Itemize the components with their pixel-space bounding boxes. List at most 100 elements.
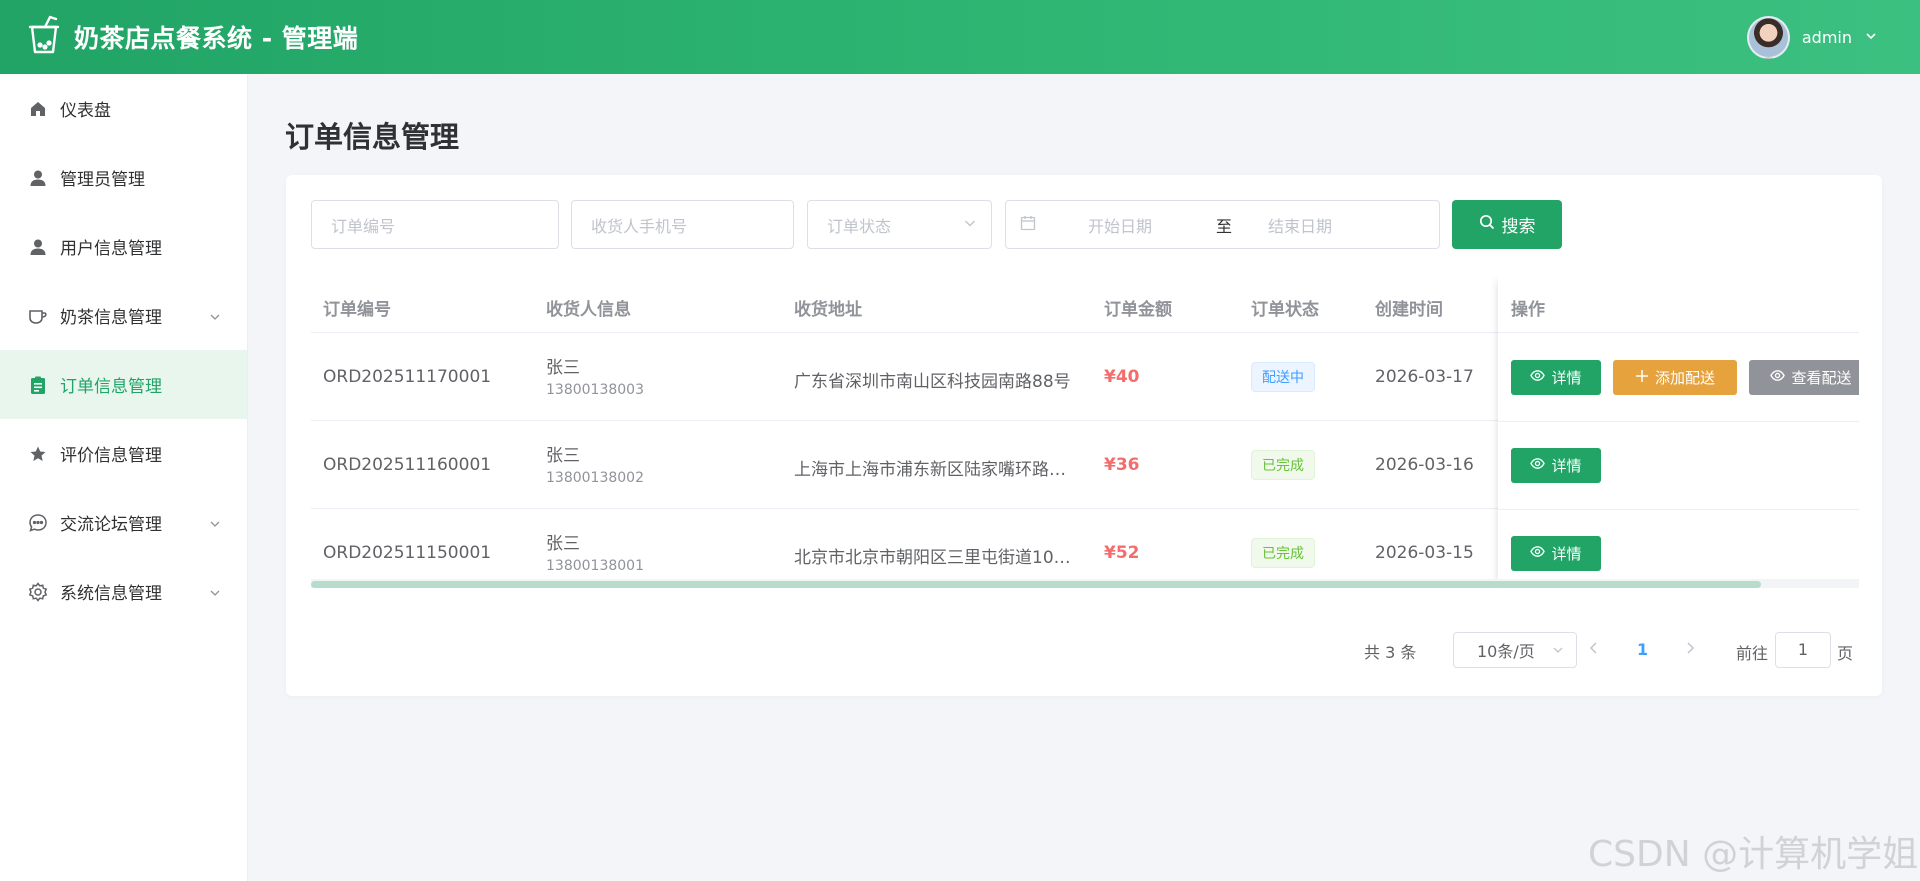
phone-input[interactable]: 收货人手机号 (571, 200, 794, 249)
chevron-down-icon[interactable] (209, 515, 221, 535)
scrollbar-thumb[interactable] (311, 581, 1761, 588)
app-title: 奶茶店点餐系统 - 管理端 (74, 24, 359, 53)
eye-icon (1530, 368, 1546, 387)
actions-column: 操作 详情 添加配送 查看配送 详情 详情 (1498, 275, 1859, 590)
add-delivery-label: 添加配送 (1654, 369, 1715, 387)
order-no-input[interactable]: 订单编号 (311, 200, 559, 249)
chevron-down-icon[interactable] (1864, 28, 1878, 47)
amount: ¥40 (1104, 367, 1140, 387)
sidebar-item-label: 用户信息管理 (60, 239, 162, 259)
sidebar-item-label: 系统信息管理 (60, 584, 162, 604)
search-label: 搜索 (1501, 217, 1536, 237)
user-icon (28, 168, 48, 188)
view-delivery-label: 查看配送 (1791, 369, 1852, 387)
date-end-input[interactable]: 结束日期 (1268, 213, 1332, 237)
created-time: 2026-03-17 (1375, 367, 1474, 387)
phone-placeholder: 收货人手机号 (591, 216, 688, 236)
main-content: 订单信息管理 订单编号 收货人手机号 订单状态 开始日期 至 结束日期 搜索 订… (248, 74, 1920, 881)
sidebar-item-milk-tea[interactable]: 奶茶信息管理 (0, 281, 247, 350)
date-start-input[interactable]: 开始日期 (1088, 213, 1198, 237)
chevron-down-icon[interactable] (1552, 641, 1564, 660)
user-name[interactable]: admin (1802, 28, 1852, 47)
eye-icon (1770, 368, 1786, 387)
order-table: 订单编号 收货人信息 收货地址 订单金额 订单状态 创建时间 ORD202511… (311, 275, 1859, 590)
sidebar-item-label: 仪表盘 (60, 101, 111, 121)
next-page-button[interactable] (1684, 640, 1696, 659)
sidebar-item-label: 交流论坛管理 (60, 515, 162, 535)
status-select[interactable]: 订单状态 (807, 200, 992, 249)
user-icon (28, 237, 48, 257)
avatar[interactable] (1746, 15, 1790, 59)
order-no-placeholder: 订单编号 (331, 216, 396, 236)
row-divider (1498, 421, 1859, 422)
sidebar-item-label: 管理员管理 (60, 170, 145, 190)
created-time: 2026-03-16 (1375, 455, 1474, 475)
eye-icon (1530, 544, 1546, 563)
order-no: ORD202511170001 (323, 367, 492, 387)
detail-button[interactable]: 详情 (1511, 360, 1601, 395)
chat-icon (28, 513, 48, 533)
receiver-name: 张三 (546, 446, 580, 466)
sidebar-item-label: 订单信息管理 (60, 377, 162, 397)
col-actions: 操作 (1511, 300, 1545, 320)
sidebar-item-forum[interactable]: 交流论坛管理 (0, 488, 247, 557)
date-range-picker[interactable]: 开始日期 至 结束日期 (1005, 200, 1440, 249)
brand: 奶茶店点餐系统 - 管理端 (28, 15, 358, 59)
receiver-phone: 13800138001 (546, 558, 644, 574)
receiver-name: 张三 (546, 534, 580, 554)
search-button[interactable]: 搜索 (1452, 200, 1562, 249)
detail-button[interactable]: 详情 (1511, 536, 1601, 571)
created-time: 2026-03-15 (1375, 543, 1474, 563)
detail-button[interactable]: 详情 (1511, 448, 1601, 483)
chevron-down-icon[interactable] (209, 584, 221, 604)
sidebar-item-label: 评价信息管理 (60, 446, 162, 466)
sidebar-item-dashboard[interactable]: 仪表盘 (0, 74, 247, 143)
plus-icon (1635, 369, 1649, 387)
page-suffix: 页 (1837, 644, 1854, 663)
sidebar: 仪表盘 管理员管理 用户信息管理 奶茶信息管理 订单信息管理 评价信息管理 交流… (0, 74, 248, 881)
address: 北京市北京市朝阳区三里屯街道10… (794, 548, 1071, 568)
sidebar-item-users[interactable]: 用户信息管理 (0, 212, 247, 281)
goto-page-input[interactable]: 1 (1775, 632, 1831, 668)
sidebar-item-orders[interactable]: 订单信息管理 (0, 350, 247, 419)
order-card: 订单编号 收货人手机号 订单状态 开始日期 至 结束日期 搜索 订单编号 收货人… (286, 175, 1882, 696)
detail-label: 详情 (1551, 369, 1582, 387)
view-delivery-button[interactable]: 查看配送 (1749, 360, 1859, 395)
goto-label: 前往 (1736, 644, 1769, 663)
star-icon (28, 444, 48, 464)
watermark: CSDN @计算机学姐 (1588, 834, 1919, 875)
status-placeholder: 订单状态 (827, 216, 892, 236)
status-badge: 配送中 (1251, 362, 1315, 392)
sidebar-item-system[interactable]: 系统信息管理 (0, 557, 247, 626)
detail-label: 详情 (1551, 545, 1582, 563)
chevron-down-icon[interactable] (209, 308, 221, 328)
pagination-total: 共 3 条 (1364, 643, 1417, 662)
col-receiver: 收货人信息 (546, 300, 631, 320)
order-no: ORD202511160001 (323, 455, 492, 475)
prev-page-button[interactable] (1588, 640, 1600, 659)
address: 广东省深圳市南山区科技园南路88号 (794, 372, 1071, 392)
receiver-phone: 13800138003 (546, 382, 644, 398)
address: 上海市上海市浦东新区陆家嘴环路… (794, 460, 1066, 480)
actions-header: 操作 (1498, 275, 1859, 333)
sidebar-item-admins[interactable]: 管理员管理 (0, 143, 247, 212)
col-order-no: 订单编号 (323, 300, 391, 320)
status-badge: 已完成 (1251, 538, 1315, 568)
date-separator: 至 (1216, 216, 1233, 236)
page-size-select[interactable]: 10条/页 (1453, 632, 1577, 668)
cup-icon (28, 306, 48, 326)
gear-icon (28, 581, 48, 602)
chevron-down-icon[interactable] (963, 215, 977, 234)
col-address: 收货地址 (794, 300, 862, 320)
user-menu[interactable]: admin (1746, 15, 1878, 59)
detail-label: 详情 (1551, 457, 1582, 475)
horizontal-scrollbar[interactable] (311, 579, 1859, 588)
sidebar-item-reviews[interactable]: 评价信息管理 (0, 419, 247, 488)
page-number-current[interactable]: 1 (1637, 640, 1648, 659)
receiver-name: 张三 (546, 358, 580, 378)
top-header: 奶茶店点餐系统 - 管理端 admin (0, 0, 1920, 74)
add-delivery-button[interactable]: 添加配送 (1613, 360, 1737, 395)
amount: ¥52 (1104, 543, 1140, 563)
col-created: 创建时间 (1375, 300, 1443, 320)
col-amount: 订单金额 (1104, 300, 1172, 320)
